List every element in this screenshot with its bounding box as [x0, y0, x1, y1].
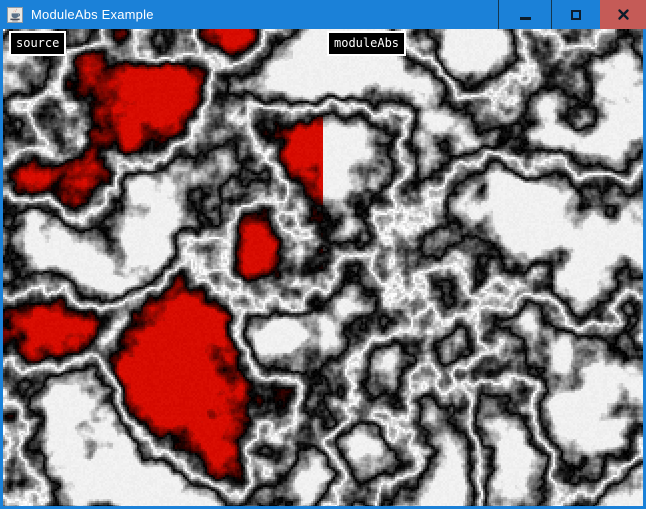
- noise-preview-image: [3, 29, 643, 506]
- close-icon: [617, 8, 630, 21]
- close-button[interactable]: [600, 0, 646, 29]
- moduleabs-panel-label: moduleAbs: [327, 31, 406, 56]
- application-window: ModuleAbs Example source moduleAbs: [0, 0, 646, 509]
- source-panel-label: source: [9, 31, 66, 56]
- maximize-icon: [571, 10, 581, 20]
- maximize-button[interactable]: [551, 0, 600, 29]
- render-area: source moduleAbs: [3, 29, 643, 506]
- minimize-icon: [520, 17, 531, 20]
- caption-buttons: [498, 0, 646, 29]
- window-title: ModuleAbs Example: [31, 7, 154, 22]
- minimize-button[interactable]: [498, 0, 551, 29]
- java-coffee-cup-icon[interactable]: [7, 7, 23, 23]
- title-bar[interactable]: ModuleAbs Example: [0, 0, 646, 29]
